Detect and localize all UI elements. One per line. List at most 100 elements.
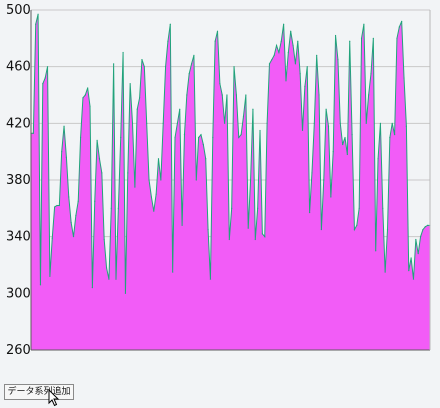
data-point [297,40,299,42]
data-point [389,136,391,139]
data-point [94,200,96,202]
data-point [259,129,261,132]
data-point [54,206,56,208]
y-tick-label: 340 [6,230,31,245]
data-point [124,292,127,294]
data-point [330,196,332,198]
data-point [356,224,358,226]
y-tick-label: 500 [6,3,31,18]
data-point [415,238,417,241]
data-point [349,40,351,42]
data-point [294,63,297,65]
data-point [103,238,105,241]
data-point [235,94,237,96]
data-point [141,58,143,61]
data-point [257,207,259,209]
y-tick-label: 260 [6,343,31,358]
y-tick-label: 300 [6,286,31,301]
data-point [176,122,178,124]
data-point [304,85,306,88]
data-point [365,122,367,124]
data-point [108,278,110,280]
data-point [42,83,44,85]
data-point [37,13,39,15]
data-point [113,63,115,65]
data-point [174,136,176,139]
data-point [261,233,263,235]
data-point [134,186,136,188]
data-point [245,94,247,96]
data-point [101,172,103,174]
data-point [219,83,221,85]
data-point [150,196,153,198]
chart-page: 260 300 340 380 420 460 500 データ系列追加 [0,0,440,408]
data-point [70,221,72,224]
data-point [209,278,212,280]
data-point [212,136,214,139]
y-tick-label: 380 [6,173,31,188]
data-point [224,122,226,124]
y-tick-label: 460 [6,60,31,75]
add-series-button[interactable]: データ系列追加 [4,384,74,400]
data-point [32,132,34,134]
area-chart: 260 300 340 380 420 460 500 [6,3,431,358]
data-point [254,238,256,241]
data-point [65,156,68,158]
data-point [299,73,301,75]
data-point [266,122,268,124]
data-point [417,253,419,255]
data-point [287,51,289,54]
data-point [238,136,240,139]
data-point [96,139,98,141]
data-point [169,23,171,25]
data-point [155,193,157,195]
data-point [186,94,188,96]
data-point [136,108,138,110]
data-point [157,158,160,160]
data-point [44,77,46,79]
data-point [87,87,89,89]
data-point [422,228,424,231]
data-point [110,207,112,209]
data-point [313,122,315,124]
data-point [306,66,308,68]
data-point [51,237,53,239]
data-point [375,250,377,252]
data-point [143,66,145,68]
data-point [228,238,230,241]
data-point [311,172,313,174]
data-point [200,134,202,136]
data-point [332,151,334,153]
data-point [424,226,426,228]
data-point [63,125,65,127]
data-point [301,129,304,132]
data-point [77,200,79,202]
data-point [264,236,266,238]
data-point [382,207,384,209]
data-point [205,158,207,160]
data-point [285,80,287,82]
data-point [268,63,271,65]
data-point [283,23,285,25]
data-point [35,23,37,25]
data-point [308,211,311,214]
y-tick-label: 420 [6,116,31,131]
data-point [115,278,117,280]
data-point [427,224,429,226]
data-point [198,136,200,139]
data-point [318,94,320,96]
data-point [247,227,249,229]
data-point [342,143,344,146]
data-point [358,207,360,209]
data-point [58,204,60,207]
data-point [91,287,93,289]
data-point [98,158,101,160]
data-point [377,158,379,160]
data-point [120,136,122,139]
data-point [410,257,412,259]
data-point [344,136,346,139]
data-point [408,270,410,272]
data-point [56,204,58,207]
data-point [127,172,129,174]
data-point [68,196,70,198]
